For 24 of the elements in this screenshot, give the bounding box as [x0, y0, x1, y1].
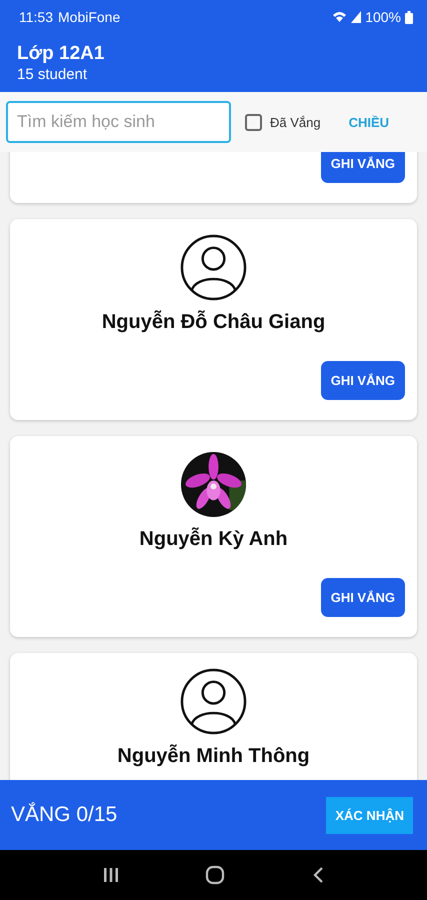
- mark-absent-button[interactable]: GHI VẮNG: [320, 361, 405, 400]
- back-icon[interactable]: [312, 866, 324, 884]
- battery-level: 100%: [365, 9, 401, 25]
- wifi-icon: [332, 11, 348, 23]
- home-icon[interactable]: [205, 865, 226, 885]
- mark-absent-button[interactable]: GHI VẮNG: [320, 578, 405, 617]
- student-name: Nguyễn Kỳ Anh: [139, 528, 288, 551]
- student-name: Nguyễn Minh Thông: [117, 745, 310, 768]
- absent-checkbox[interactable]: [245, 114, 262, 130]
- carrier-name: MobiFone: [58, 9, 120, 25]
- checkbox-label: Đã Vắng: [270, 114, 321, 130]
- user-avatar-icon: [180, 234, 247, 301]
- confirm-button[interactable]: XÁC NHẬN: [326, 796, 413, 834]
- mark-absent-button[interactable]: GHI VẮNG: [320, 152, 405, 183]
- recents-icon[interactable]: [103, 867, 120, 883]
- status-time: 11:53: [19, 9, 53, 25]
- student-count: 15 student: [17, 66, 88, 84]
- user-avatar-icon: [180, 668, 247, 735]
- absent-count: VẮNG 0/15: [11, 803, 118, 827]
- signal-icon: [351, 11, 362, 23]
- class-title: Lớp 12A1: [17, 42, 106, 66]
- battery-icon: [405, 10, 413, 24]
- student-name: Nguyễn Đỗ Châu Giang: [102, 311, 326, 334]
- search-field[interactable]: Tìm kiếm học sinh: [6, 101, 231, 143]
